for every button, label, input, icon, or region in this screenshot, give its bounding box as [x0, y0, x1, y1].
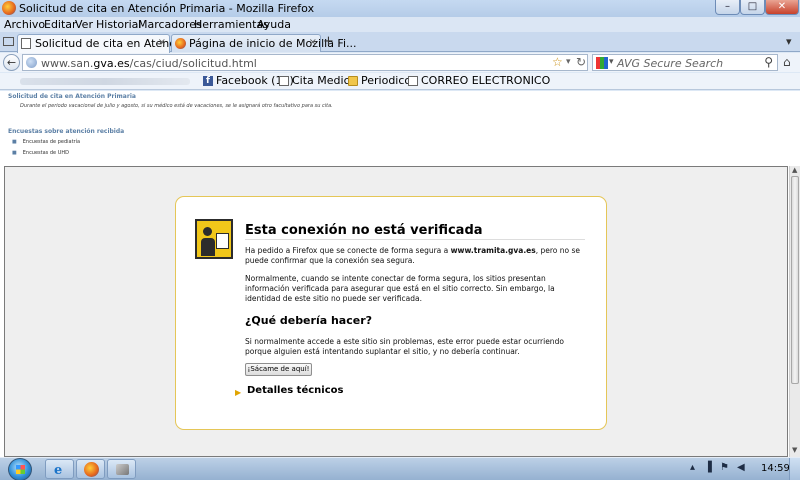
- all-tabs-icon[interactable]: ▾: [786, 35, 792, 48]
- minimize-button[interactable]: –: [715, 0, 740, 15]
- url-domain: gva.es: [93, 57, 130, 70]
- tab-solicitud-cita[interactable]: Solicitud de cita en Atención ... ×: [17, 34, 206, 53]
- scroll-thumb[interactable]: [791, 176, 799, 384]
- url-history-dropdown-icon[interactable]: ▾: [566, 57, 571, 67]
- clock[interactable]: 14:59: [761, 463, 790, 474]
- bookmark-star-icon[interactable]: ☆: [552, 55, 563, 69]
- firefox-icon: [2, 1, 16, 15]
- start-button[interactable]: [8, 458, 32, 480]
- menu-archivo[interactable]: Archivo: [4, 17, 45, 32]
- menu-marcadores[interactable]: Marcadores: [138, 17, 202, 32]
- title-bar: Solicitud de cita en Atención Primaria -…: [0, 0, 800, 17]
- firefox-icon: [84, 462, 99, 477]
- firefox-icon: [175, 38, 186, 49]
- search-input[interactable]: AVG Secure Search: [617, 57, 723, 70]
- back-button[interactable]: ←: [3, 54, 20, 71]
- taskbar-firefox[interactable]: [76, 459, 105, 479]
- home-icon[interactable]: ⌂: [783, 55, 791, 69]
- reload-icon[interactable]: ↻: [576, 55, 586, 69]
- folder-icon: [348, 76, 358, 86]
- error-title: Esta conexión no está verificada: [245, 223, 483, 238]
- untrusted-connection-panel: Esta conexión no está verificada Ha pedi…: [175, 196, 607, 430]
- menu-editar[interactable]: Editar: [44, 17, 77, 32]
- site-note: Durante el periodo vacacional de julio y…: [20, 103, 333, 109]
- error-paragraph-1: Ha pedido a Firefox que se conecte de fo…: [245, 246, 590, 266]
- survey-heading: Encuestas sobre atención recibida: [8, 128, 125, 135]
- facebook-icon: f: [203, 76, 213, 86]
- maximize-button[interactable]: □: [740, 0, 765, 15]
- tab-close-icon[interactable]: ×: [158, 37, 166, 48]
- engine-dropdown-icon[interactable]: ▾: [609, 57, 614, 67]
- technical-details-toggle[interactable]: Detalles técnicos: [247, 385, 343, 396]
- tab-list-icon[interactable]: [3, 37, 14, 46]
- tab-close-icon[interactable]: ×: [309, 37, 317, 48]
- internet-explorer-icon: e: [54, 463, 63, 478]
- p1-text: Ha pedido a Firefox que se conecte de fo…: [245, 246, 451, 255]
- error-paragraph-2: Normalmente, cuando se intente conectar …: [245, 274, 555, 303]
- page-icon: [408, 76, 418, 86]
- vertical-scrollbar[interactable]: ▲ ▼: [789, 166, 800, 457]
- tab-bar: Solicitud de cita en Atención ... × Pági…: [0, 32, 800, 53]
- action-center-flag-icon[interactable]: ⚑: [720, 462, 729, 473]
- certificate-officer-icon: [195, 219, 233, 259]
- url-prefix: www.san.: [41, 57, 94, 70]
- title-divider: [245, 239, 585, 240]
- error-paragraph-3: Si normalmente accede a este sitio sin p…: [245, 337, 564, 356]
- volume-icon[interactable]: ◀: [737, 462, 745, 473]
- show-desktop-button[interactable]: [789, 458, 800, 480]
- taskbar-app[interactable]: [107, 459, 136, 479]
- close-button[interactable]: ✕: [765, 0, 799, 15]
- url-bar[interactable]: www.san.gva.es/cas/ciud/solicitud.html ☆…: [22, 54, 588, 71]
- survey-link-uhd[interactable]: Encuestas de UHD: [12, 150, 69, 156]
- url-path: /cas/ciud/solicitud.html: [129, 57, 257, 70]
- page-icon: [279, 76, 289, 86]
- what-to-do-heading: ¿Qué debería hacer?: [245, 314, 373, 327]
- show-hidden-icons-icon[interactable]: ▴: [690, 462, 695, 473]
- page-icon: [21, 38, 31, 49]
- navigation-bar: ← www.san.gva.es/cas/ciud/solicitud.html…: [0, 53, 800, 72]
- blurred-bookmarks: [20, 78, 190, 85]
- badge-card: [216, 233, 229, 249]
- avg-engine-icon[interactable]: [596, 57, 608, 69]
- taskbar-internet-explorer[interactable]: e: [45, 459, 74, 479]
- menu-bar: Archivo Editar Ver Historial Marcadores …: [0, 17, 800, 32]
- menu-ayuda[interactable]: Ayuda: [257, 17, 291, 32]
- search-icon[interactable]: ⚲: [764, 55, 773, 69]
- globe-icon: [26, 57, 37, 68]
- scroll-up-icon[interactable]: ▲: [792, 166, 797, 174]
- menu-historial[interactable]: Historial: [96, 17, 141, 32]
- bookmark-correo[interactable]: CORREO ELECTRONICO: [421, 74, 550, 88]
- url-text[interactable]: www.san.gva.es/cas/ciud/solicitud.html: [41, 57, 257, 70]
- expand-triangle-icon[interactable]: ▶: [235, 388, 241, 397]
- survey-link-pediatria[interactable]: Encuestas de pediatría: [12, 139, 80, 145]
- site-heading: Solicitud de cita en Atención Primaria: [8, 93, 136, 100]
- menu-ver[interactable]: Ver: [75, 17, 93, 32]
- search-bar[interactable]: ▾ AVG Secure Search ⚲: [592, 54, 778, 71]
- network-icon[interactable]: ▐: [704, 462, 712, 473]
- application-icon: [116, 464, 129, 475]
- taskbar: e ▴ ▐ ⚑ ◀ 14:59: [0, 457, 800, 480]
- bookmark-cita-medico[interactable]: Cita Medico: [292, 74, 356, 88]
- tab-mozilla-inicio[interactable]: Página de inicio de Mozilla Fi... ×: [171, 34, 357, 52]
- window-title: Solicitud de cita en Atención Primaria -…: [19, 2, 315, 15]
- host-name: www.tramita.gva.es: [450, 246, 536, 255]
- bookmarks-bar: f Facebook (10) Cita Medico Periodicos C…: [0, 73, 800, 90]
- get-me-out-button[interactable]: ¡Sácame de aquí!: [245, 363, 312, 376]
- scroll-down-icon[interactable]: ▼: [792, 446, 797, 454]
- new-tab-button[interactable]: +: [323, 34, 334, 49]
